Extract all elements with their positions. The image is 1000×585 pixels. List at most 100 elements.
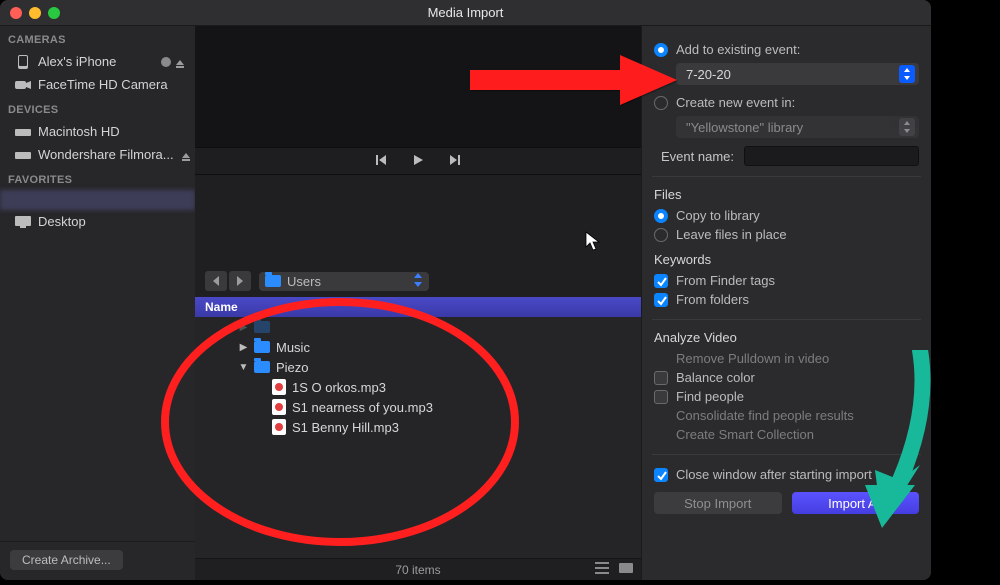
file-label: S1 nearness of you.mp3 [292,400,433,415]
consolidate-results-checkbox: Consolidate find people results [654,406,919,425]
prev-button[interactable] [373,153,387,170]
add-to-existing-event-radio[interactable]: Add to existing event: [654,40,919,59]
radio-on-icon [654,209,668,223]
preview-area [195,26,641,147]
next-button[interactable] [449,153,463,170]
sidebar-item-facetime[interactable]: FaceTime HD Camera [0,73,195,96]
create-archive-button[interactable]: Create Archive... [10,550,123,570]
radio-off-icon [654,96,668,110]
sidebar: CAMERAS Alex's iPhone FaceTime HD Camera… [0,26,195,580]
remove-pulldown-checkbox: Remove Pulldown in video [654,349,919,368]
copy-to-library-radio[interactable]: Copy to library [654,206,919,225]
select-value: "Yellowstone" library [686,120,803,135]
checkbox-label: Create Smart Collection [676,427,814,442]
sidebar-item-label: Wondershare Filmora... [38,147,174,162]
checkbox-on-icon [654,274,668,288]
audio-file-icon [272,379,286,395]
sidebar-item-desktop[interactable]: Desktop [0,210,195,233]
sidebar-item-label: Macintosh HD [38,124,120,139]
play-button[interactable] [411,153,425,170]
leave-files-radio[interactable]: Leave files in place [654,225,919,244]
list-item-folder-music[interactable]: ▶ Music [195,337,641,357]
status-bar: 70 items [195,558,641,580]
checkbox-on-icon [654,468,668,482]
from-folders-checkbox[interactable]: From folders [654,290,919,309]
file-label: S1 Benny Hill.mp3 [292,420,399,435]
checkbox-label: From Finder tags [676,273,775,288]
checkbox-on-icon [654,293,668,307]
list-item[interactable]: ▶ [195,317,641,337]
minimize-window-button[interactable] [29,7,41,19]
sidebar-item-redacted[interactable] [0,190,195,210]
radio-label: Create new event in: [676,95,795,110]
sidebar-item-iphone[interactable]: Alex's iPhone [0,50,195,73]
checkbox-label: Remove Pulldown in video [676,351,829,366]
fullscreen-window-button[interactable] [48,7,60,19]
drive-icon [15,149,31,161]
window-title: Media Import [0,5,931,20]
files-group-title: Files [654,187,919,202]
radio-off-icon [654,228,668,242]
nav-forward-button[interactable] [229,271,251,291]
select-value: 7-20-20 [686,67,731,82]
radio-on-icon [654,43,668,57]
eject-icon[interactable] [175,57,185,67]
checkbox-off-icon [654,390,668,404]
sidebar-section-favorites: FAVORITES [0,166,195,190]
eject-icon[interactable] [181,150,191,160]
existing-event-select[interactable]: 7-20-20 [676,63,919,85]
list-view-icon[interactable] [595,561,609,578]
file-list[interactable]: ▶ ▶ Music ▼ Piezo 1S O orkos.mp3 [195,317,641,558]
stop-import-button[interactable]: Stop Import [654,492,782,514]
event-name-label: Event name: [654,149,734,164]
checkbox-off-icon [654,371,668,385]
balance-color-checkbox[interactable]: Balance color [654,368,919,387]
file-label: Music [276,340,310,355]
create-smart-collection-checkbox: Create Smart Collection [654,425,919,444]
list-item-file[interactable]: S1 Benny Hill.mp3 [195,417,641,437]
close-window-button[interactable] [10,7,22,19]
radio-label: Leave files in place [676,227,787,242]
sidebar-item-label: FaceTime HD Camera [38,77,168,92]
titlebar: Media Import [0,0,931,26]
close-window-after-checkbox[interactable]: Close window after starting import [654,465,919,484]
list-item-folder-piezo[interactable]: ▼ Piezo [195,357,641,377]
checkbox-label: Balance color [676,370,755,385]
checkbox-label: Close window after starting import [676,467,872,482]
list-column-header-name[interactable]: Name [195,297,641,317]
disclosure-closed-icon[interactable]: ▶ [239,342,248,353]
audio-file-icon [272,399,286,415]
sidebar-item-macintosh-hd[interactable]: Macintosh HD [0,120,195,143]
import-all-button[interactable]: Import All [792,492,920,514]
import-options-panel: Add to existing event: 7-20-20 Create ne… [641,26,931,580]
list-item-file[interactable]: S1 nearness of you.mp3 [195,397,641,417]
sidebar-item-wondershare[interactable]: Wondershare Filmora... [0,143,195,166]
folder-icon [254,341,270,353]
transport-bar [195,147,641,175]
drive-icon [15,126,31,138]
folder-icon [254,321,270,333]
path-selector[interactable]: Users [259,272,429,291]
folder-icon [254,361,270,373]
phone-icon [15,56,31,68]
checkbox-label: Find people [676,389,744,404]
nav-back-button[interactable] [205,271,227,291]
create-new-event-radio[interactable]: Create new event in: [654,93,919,112]
from-finder-tags-checkbox[interactable]: From Finder tags [654,271,919,290]
list-item-file[interactable]: 1S O orkos.mp3 [195,377,641,397]
checkbox-label: Consolidate find people results [676,408,854,423]
sidebar-section-devices: DEVICES [0,96,195,120]
audio-file-icon [272,419,286,435]
sidebar-section-cameras: CAMERAS [0,26,195,50]
keywords-group-title: Keywords [654,252,919,267]
file-label: 1S O orkos.mp3 [292,380,386,395]
filmstrip-view-icon[interactable] [619,561,633,578]
event-name-input[interactable] [744,146,919,166]
sidebar-item-label: Alex's iPhone [38,54,116,69]
chevron-updown-icon [899,118,915,136]
radio-label: Add to existing event: [676,42,800,57]
find-people-checkbox[interactable]: Find people [654,387,919,406]
sidebar-item-label: Desktop [38,214,86,229]
radio-label: Copy to library [676,208,760,223]
disclosure-open-icon[interactable]: ▼ [239,362,248,373]
